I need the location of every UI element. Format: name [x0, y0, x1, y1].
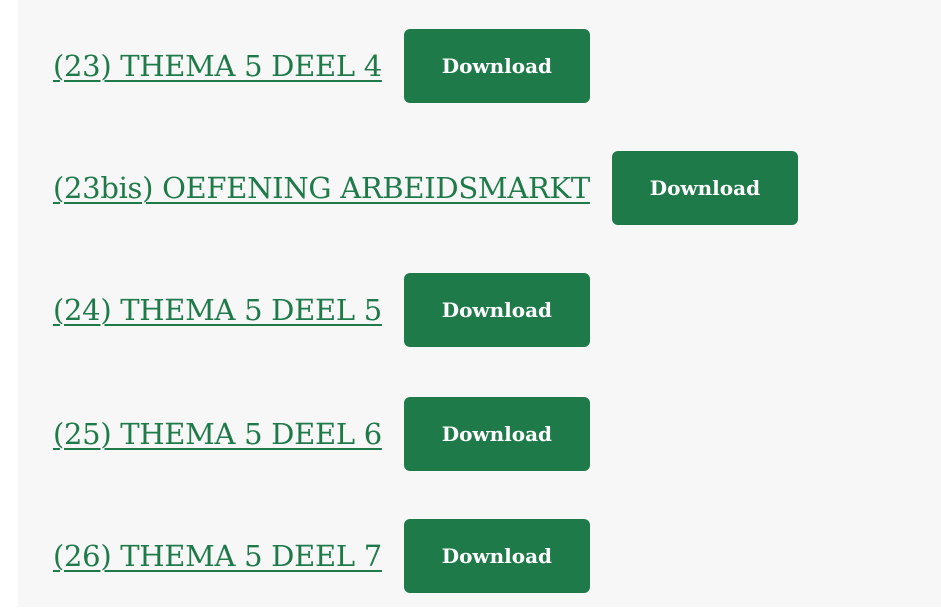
download-button[interactable]: Download — [403, 273, 590, 347]
download-button[interactable]: Download — [403, 29, 590, 103]
download-row: (25) THEMA 5 DEEL 6 Download — [53, 396, 590, 472]
download-row: (23) THEMA 5 DEEL 4 Download — [53, 28, 590, 104]
document-link[interactable]: (23) THEMA 5 DEEL 4 — [53, 49, 382, 83]
download-button[interactable]: Download — [403, 519, 590, 593]
download-button[interactable]: Download — [403, 397, 590, 471]
download-button[interactable]: Download — [611, 151, 798, 225]
document-link[interactable]: (25) THEMA 5 DEEL 6 — [53, 417, 382, 451]
download-row: (24) THEMA 5 DEEL 5 Download — [53, 272, 590, 348]
download-row: (23bis) OEFENING ARBEIDSMARKT Download — [53, 150, 798, 226]
document-link[interactable]: (26) THEMA 5 DEEL 7 — [53, 539, 382, 573]
download-row: (26) THEMA 5 DEEL 7 Download — [53, 518, 590, 594]
document-link[interactable]: (24) THEMA 5 DEEL 5 — [53, 293, 382, 327]
document-link[interactable]: (23bis) OEFENING ARBEIDSMARKT — [53, 171, 590, 205]
